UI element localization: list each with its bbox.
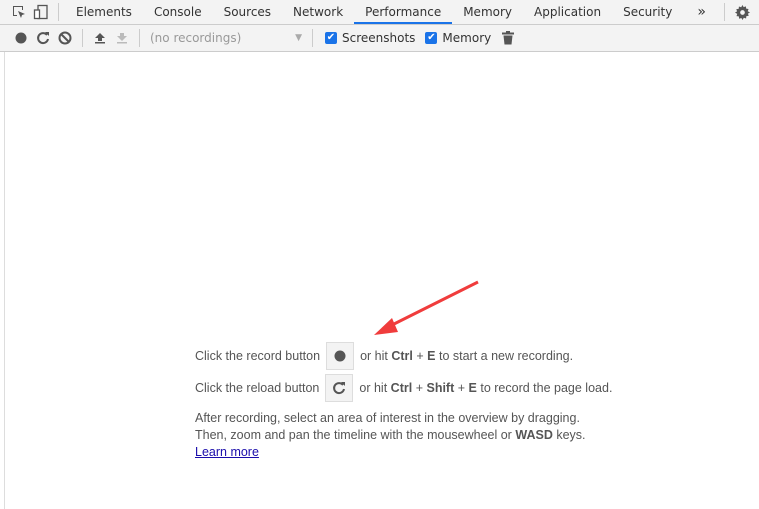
text: Then, zoom and pan the timeline with the…	[195, 428, 512, 442]
key-e: E	[468, 381, 477, 395]
record-button-inline[interactable]	[326, 342, 355, 370]
text: +	[416, 349, 424, 363]
text: Click the reload button	[195, 381, 320, 395]
key-wasd: WASD	[515, 428, 553, 442]
key-ctrl: Ctrl	[390, 381, 413, 395]
key-shift: Shift	[426, 381, 455, 395]
text: +	[415, 381, 423, 395]
text: to start a new recording.	[438, 349, 574, 363]
key-e: E	[427, 349, 436, 363]
key-ctrl: Ctrl	[391, 349, 413, 363]
record-instructions: Click the record button or hit Ctrl + E …	[195, 340, 612, 372]
text: keys.	[556, 428, 586, 442]
learn-more-link[interactable]: Learn more	[195, 445, 259, 459]
drag-instructions: After recording, select an area of inter…	[195, 410, 612, 461]
text: +	[457, 381, 466, 395]
performance-landing-page: Click the record button or hit Ctrl + E …	[195, 340, 612, 461]
text: Click the record button	[195, 349, 321, 363]
text: or hit	[359, 381, 388, 395]
reload-button-inline[interactable]	[325, 374, 354, 402]
text: or hit	[360, 349, 388, 363]
text: to record the page load.	[480, 381, 613, 395]
reload-instructions: Click the reload button or hit Ctrl + Sh…	[195, 372, 612, 404]
text: After recording, select an area of inter…	[195, 411, 580, 425]
